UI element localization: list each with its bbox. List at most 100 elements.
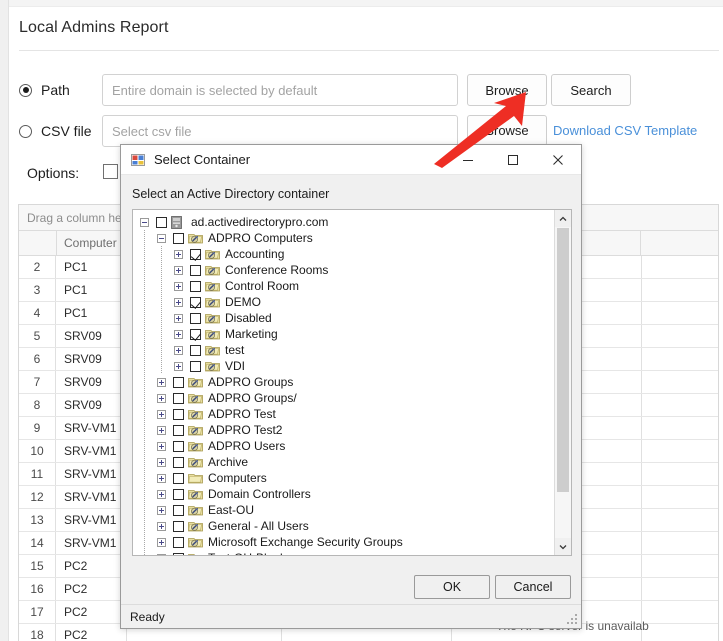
tree-item-checkbox[interactable]	[173, 392, 184, 404]
options-checkbox[interactable]	[103, 164, 118, 179]
grid-column-header[interactable]: Computer	[57, 231, 126, 255]
expand-icon[interactable]	[174, 249, 183, 259]
tree-guide-line	[144, 502, 145, 518]
scrollbar-thumb[interactable]	[557, 228, 569, 492]
scroll-up-button[interactable]	[555, 210, 571, 227]
tree-item[interactable]: Domain Controllers	[133, 486, 553, 502]
dialog-minimize-button[interactable]	[446, 145, 490, 174]
tree-item[interactable]: Accounting	[133, 246, 553, 262]
column-separator	[641, 371, 642, 393]
tree-item-checkbox[interactable]	[173, 424, 184, 436]
tree-item[interactable]: General - All Users	[133, 518, 553, 534]
expand-icon[interactable]	[157, 553, 166, 555]
tree-scrollbar[interactable]	[554, 210, 571, 555]
tree-item-checkbox[interactable]	[173, 488, 184, 500]
tree-item[interactable]: ADPRO Computers	[133, 230, 553, 246]
expand-icon[interactable]	[174, 329, 183, 339]
csv-file-input[interactable]: Select csv file	[102, 115, 458, 147]
cell-computer: PC1	[64, 260, 88, 274]
dialog-title-bar[interactable]: Select Container	[121, 145, 581, 175]
tree-item-checkbox[interactable]	[190, 264, 201, 276]
expand-icon[interactable]	[157, 473, 166, 483]
tree-item[interactable]: ADPRO Test	[133, 406, 553, 422]
tree-item-checkbox[interactable]	[173, 408, 184, 420]
browse-path-button[interactable]: Browse	[467, 74, 547, 106]
cancel-button[interactable]: Cancel	[495, 575, 571, 599]
tree-item-checkbox[interactable]	[173, 376, 184, 388]
tree-item-checkbox[interactable]	[190, 312, 201, 324]
tree-item[interactable]: Archive	[133, 454, 553, 470]
csv-radio[interactable]	[19, 124, 32, 138]
scroll-down-button[interactable]	[555, 538, 571, 555]
tree-item-checkbox[interactable]	[173, 552, 184, 555]
ou-folder-icon	[205, 360, 220, 372]
expand-icon[interactable]	[157, 489, 166, 499]
expand-icon[interactable]	[174, 297, 183, 307]
grid-column-header[interactable]	[641, 231, 718, 255]
tree-item-checkbox[interactable]	[173, 536, 184, 548]
download-csv-template-link[interactable]: Download CSV Template	[553, 123, 697, 138]
tree-item-checkbox[interactable]	[173, 504, 184, 516]
tree-item[interactable]: ADPRO Groups	[133, 374, 553, 390]
expand-icon[interactable]	[174, 345, 183, 355]
tree-item[interactable]: Microsoft Exchange Security Groups	[133, 534, 553, 550]
tree-guide-line	[161, 358, 162, 374]
tree-item[interactable]: Control Room	[133, 278, 553, 294]
tree-item[interactable]: VDI	[133, 358, 553, 374]
expand-icon[interactable]	[157, 457, 166, 467]
tree-item[interactable]: Test-OU-Blank	[133, 550, 553, 555]
expand-icon[interactable]	[174, 281, 183, 291]
container-tree[interactable]: ad.activedirectorypro.com ADPRO Computers…	[132, 209, 572, 556]
tree-item-checkbox[interactable]	[173, 456, 184, 468]
expand-icon[interactable]	[157, 393, 166, 403]
dialog-close-button[interactable]	[536, 145, 580, 174]
ok-button[interactable]: OK	[414, 575, 490, 599]
tree-item[interactable]: Computers	[133, 470, 553, 486]
expand-icon[interactable]	[157, 505, 166, 515]
tree-item-checkbox[interactable]	[173, 440, 184, 452]
expand-icon[interactable]	[157, 521, 166, 531]
tree-item-label: test	[225, 343, 245, 357]
tree-item[interactable]: ad.activedirectorypro.com	[133, 214, 553, 230]
tree-item-label: East-OU	[208, 503, 255, 517]
tree-item[interactable]: ADPRO Test2	[133, 422, 553, 438]
tree-item[interactable]: test	[133, 342, 553, 358]
expand-icon[interactable]	[174, 313, 183, 323]
browse-csv-button[interactable]: Browse	[467, 115, 547, 146]
column-separator	[641, 578, 642, 600]
collapse-icon[interactable]	[157, 233, 166, 243]
tree-item[interactable]: Conference Rooms	[133, 262, 553, 278]
tree-item-checkbox[interactable]	[190, 344, 201, 356]
tree-item[interactable]: ADPRO Users	[133, 438, 553, 454]
tree-item-checkbox[interactable]	[190, 248, 201, 260]
tree-item-checkbox[interactable]	[173, 472, 184, 484]
dialog-maximize-button[interactable]	[491, 145, 535, 174]
path-radio-row[interactable]: Path	[19, 82, 70, 98]
tree-item[interactable]: Disabled	[133, 310, 553, 326]
resize-grip[interactable]	[567, 614, 577, 624]
grid-column-header[interactable]	[19, 231, 57, 255]
tree-item[interactable]: ADPRO Groups/	[133, 390, 553, 406]
tree-item-checkbox[interactable]	[190, 296, 201, 308]
expand-icon[interactable]	[157, 377, 166, 387]
expand-icon[interactable]	[157, 409, 166, 419]
tree-item-checkbox[interactable]	[190, 360, 201, 372]
tree-item-checkbox[interactable]	[156, 216, 167, 228]
expand-icon[interactable]	[157, 425, 166, 435]
tree-item[interactable]: Marketing	[133, 326, 553, 342]
tree-item-checkbox[interactable]	[190, 328, 201, 340]
collapse-icon[interactable]	[140, 217, 149, 227]
path-radio[interactable]	[19, 83, 32, 97]
tree-item-checkbox[interactable]	[173, 232, 184, 244]
tree-item[interactable]: East-OU	[133, 502, 553, 518]
tree-item-checkbox[interactable]	[173, 520, 184, 532]
path-input[interactable]: Entire domain is selected by default	[102, 74, 458, 106]
expand-icon[interactable]	[174, 265, 183, 275]
expand-icon[interactable]	[157, 537, 166, 547]
csv-radio-row[interactable]: CSV file	[19, 123, 92, 139]
search-button[interactable]: Search	[551, 74, 631, 106]
expand-icon[interactable]	[157, 441, 166, 451]
tree-item-checkbox[interactable]	[190, 280, 201, 292]
tree-item[interactable]: DEMO	[133, 294, 553, 310]
expand-icon[interactable]	[174, 361, 183, 371]
